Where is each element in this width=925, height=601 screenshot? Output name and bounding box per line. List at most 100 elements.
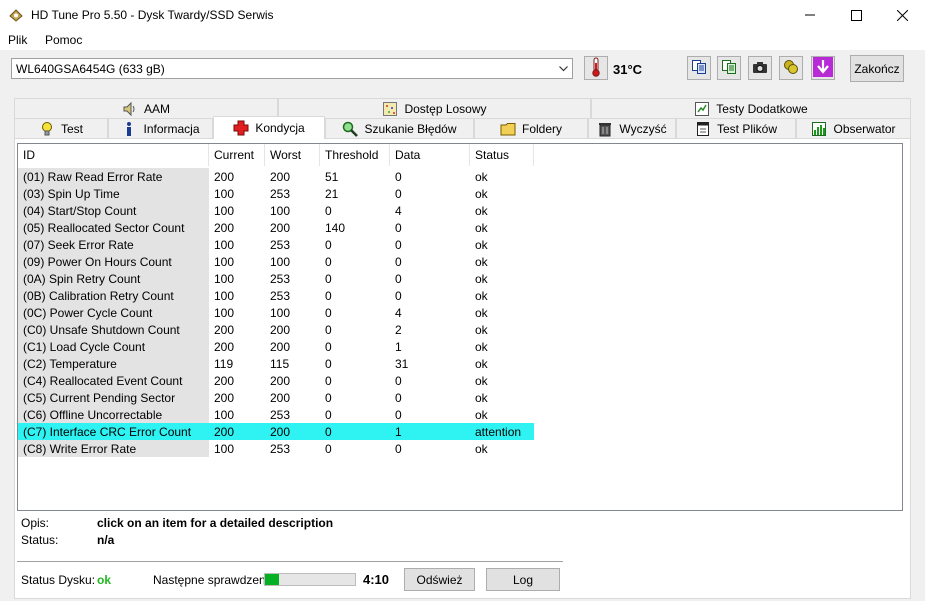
trash-icon xyxy=(597,121,613,137)
cell-threshold: 0 xyxy=(325,255,332,269)
chevron-down-icon[interactable] xyxy=(555,59,572,78)
tab-label: Obserwator xyxy=(833,121,896,136)
cell-data: 0 xyxy=(395,238,402,252)
table-row[interactable]: (C2) Temperature 119 115 0 31 ok xyxy=(18,355,902,372)
maximize-button[interactable] xyxy=(833,0,879,30)
cell-worst: 200 xyxy=(270,340,291,354)
table-row[interactable]: (0A) Spin Retry Count 100 253 0 0 ok xyxy=(18,270,902,287)
cell-id: (C8) Write Error Rate xyxy=(18,440,209,457)
header-data[interactable]: Data xyxy=(390,144,470,166)
cell-data: 0 xyxy=(395,221,402,235)
table-row[interactable]: (07) Seek Error Rate 100 253 0 0 ok xyxy=(18,236,902,253)
temperature-button[interactable] xyxy=(584,56,608,80)
drive-select[interactable]: WL640GSA6454G (633 gB) xyxy=(11,58,573,79)
table-row[interactable]: (09) Power On Hours Count 100 100 0 0 ok xyxy=(18,253,902,270)
tab-erase[interactable]: Wyczyść xyxy=(588,118,676,138)
cell-data: 0 xyxy=(395,170,402,184)
table-row[interactable]: (0C) Power Cycle Count 100 100 0 4 ok xyxy=(18,304,902,321)
cell-current: 100 xyxy=(214,442,235,456)
tab-monitor[interactable]: Obserwator xyxy=(796,118,911,138)
cell-id: (C5) Current Pending Sector xyxy=(18,389,209,406)
table-row[interactable]: (01) Raw Read Error Rate 200 200 51 0 ok xyxy=(18,168,902,185)
menu-help[interactable]: Pomoc xyxy=(45,33,82,47)
tab-health[interactable]: Kondycja xyxy=(213,116,325,139)
table-row[interactable]: (04) Start/Stop Count 100 100 0 4 ok xyxy=(18,202,902,219)
close-button[interactable] xyxy=(879,0,925,30)
tab-information[interactable]: Informacja xyxy=(108,118,213,138)
cell-worst: 253 xyxy=(270,272,291,286)
cell-threshold: 0 xyxy=(325,306,332,320)
table-row[interactable]: (C8) Write Error Rate 100 253 0 0 ok xyxy=(18,440,902,457)
speaker-icon xyxy=(122,101,138,117)
cell-current: 200 xyxy=(214,340,235,354)
header-id[interactable]: ID xyxy=(18,144,209,166)
table-row[interactable]: (0B) Calibration Retry Count 100 253 0 0 ok xyxy=(18,287,902,304)
table-row[interactable]: (C4) Reallocated Event Count 200 200 0 0 ok xyxy=(18,372,902,389)
health-cross-icon xyxy=(233,120,249,136)
tab-label: Test Plików xyxy=(716,121,778,136)
cell-threshold: 0 xyxy=(320,423,390,440)
options-button[interactable] xyxy=(779,56,803,80)
cell-current: 100 xyxy=(214,306,235,320)
cell-current: 100 xyxy=(214,187,235,201)
cell-current: 200 xyxy=(214,170,235,184)
disk-status-label: Status Dysku: xyxy=(21,573,96,587)
header-status[interactable]: Status xyxy=(470,144,534,166)
info-icon xyxy=(121,121,137,137)
table-row[interactable]: (03) Spin Up Time 100 253 21 0 ok xyxy=(18,185,902,202)
cell-id: (C0) Unsafe Shutdown Count xyxy=(18,321,209,338)
header-worst[interactable]: Worst xyxy=(265,144,320,166)
log-button[interactable]: Log xyxy=(486,568,560,591)
cell-id: (01) Raw Read Error Rate xyxy=(18,168,209,185)
cell-status: ok xyxy=(475,187,488,201)
cell-status: ok xyxy=(475,442,488,456)
minimize-button[interactable] xyxy=(787,0,833,30)
table-row[interactable]: (C1) Load Cycle Count 200 200 0 1 ok xyxy=(18,338,902,355)
tab-error-scan[interactable]: Szukanie Błędów xyxy=(325,118,474,138)
screenshot-button[interactable] xyxy=(748,56,772,80)
smart-attributes-table[interactable]: ID Current Worst Threshold Data Status (… xyxy=(17,143,903,511)
table-row[interactable]: (C6) Offline Uncorrectable 100 253 0 0 ok xyxy=(18,406,902,423)
table-row[interactable]: (C5) Current Pending Sector 200 200 0 0 ok xyxy=(18,389,902,406)
cell-status: ok xyxy=(475,255,488,269)
copy-all-button[interactable] xyxy=(717,56,741,80)
cell-status: ok xyxy=(475,391,488,405)
cell-threshold: 0 xyxy=(325,238,332,252)
magnifier-icon xyxy=(342,121,359,137)
tab-extra-tests[interactable]: Testy Dodatkowe xyxy=(591,98,911,118)
header-current[interactable]: Current xyxy=(209,144,265,166)
exit-button[interactable]: Zakończ xyxy=(850,55,904,82)
next-check-progress-bar xyxy=(264,573,356,586)
copy-info-button[interactable] xyxy=(687,56,711,80)
table-row[interactable]: (C0) Unsafe Shutdown Count 200 200 0 2 ok xyxy=(18,321,902,338)
camera-icon xyxy=(752,59,768,78)
tab-aam[interactable]: AAM xyxy=(14,98,278,118)
menu-file[interactable]: Plik xyxy=(8,33,27,47)
cell-data: 0 xyxy=(395,408,402,422)
table-row[interactable]: (05) Reallocated Sector Count 200 200 140 0 o… xyxy=(18,219,902,236)
cell-status: ok xyxy=(475,340,488,354)
cell-worst: 100 xyxy=(270,306,291,320)
cell-threshold: 0 xyxy=(325,323,332,337)
tab-folders[interactable]: Foldery xyxy=(474,118,588,138)
cell-data: 4 xyxy=(395,306,402,320)
table-row[interactable]: (C7) Interface CRC Error Count 200 200 0 1 at… xyxy=(18,423,902,440)
cell-threshold: 0 xyxy=(325,272,332,286)
cell-current: 100 xyxy=(214,238,235,252)
tab-file-test[interactable]: Test Plików xyxy=(676,118,796,138)
header-threshold[interactable]: Threshold xyxy=(320,144,390,166)
random-access-icon xyxy=(382,101,398,117)
tab-label: Wyczyść xyxy=(619,121,667,136)
cell-id: (04) Start/Stop Count xyxy=(18,202,209,219)
tab-random-access[interactable]: Dostęp Losowy xyxy=(278,98,591,118)
cell-worst: 253 xyxy=(270,238,291,252)
refresh-button[interactable]: Odśwież xyxy=(404,568,475,591)
cell-current: 200 xyxy=(214,221,235,235)
cell-id: (C1) Load Cycle Count xyxy=(18,338,209,355)
tab-label: Szukanie Błędów xyxy=(364,121,457,136)
cell-threshold: 51 xyxy=(325,170,339,184)
save-button[interactable] xyxy=(811,56,835,80)
title-bar: HD Tune Pro 5.50 - Dysk Twardy/SSD Serwi… xyxy=(0,0,925,30)
tab-test[interactable]: Test xyxy=(14,118,108,138)
cell-data: 0 xyxy=(395,255,402,269)
